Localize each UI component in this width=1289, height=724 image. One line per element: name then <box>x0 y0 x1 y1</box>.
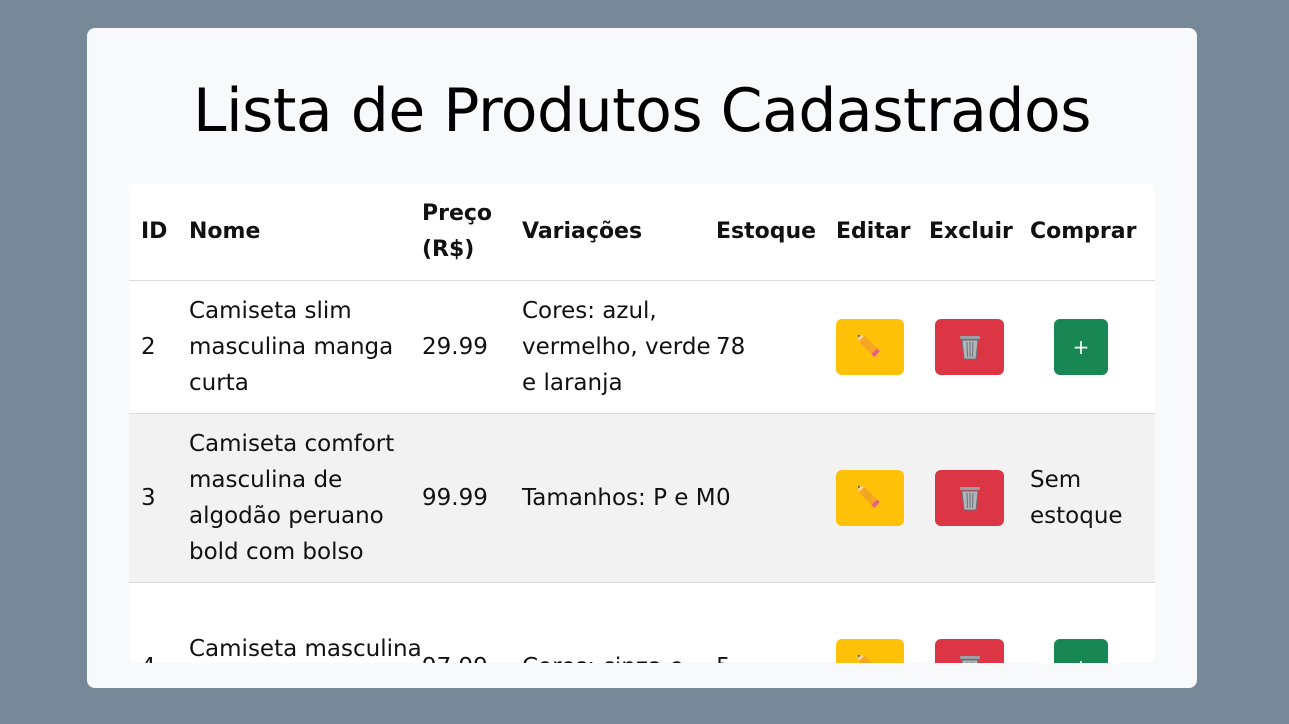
delete-button[interactable] <box>935 318 1004 375</box>
cell-estoque: 0 <box>716 484 731 511</box>
cell-excluir <box>929 582 1030 663</box>
cell-variacoes: Tamanhos: P e M <box>522 484 716 511</box>
pencil-icon <box>857 334 880 357</box>
cell-excluir <box>929 280 1030 413</box>
edit-button[interactable] <box>836 318 904 375</box>
edit-button[interactable] <box>836 638 904 663</box>
cell-excluir <box>929 413 1030 582</box>
cell-estoque: 78 <box>716 333 746 360</box>
out-of-stock-label: Sem estoque <box>1030 466 1123 529</box>
cell-id: 4 <box>129 582 189 664</box>
trash-icon <box>959 655 980 663</box>
header-id: ID <box>141 218 168 244</box>
page-title: Lista de Produtos Cadastrados <box>193 76 1091 146</box>
header-variacoes: Variações <box>522 218 643 244</box>
header-comprar: Comprar <box>1030 218 1137 244</box>
buy-button[interactable]: + <box>1054 638 1108 663</box>
header-excluir: Excluir <box>929 218 1013 244</box>
cell-comprar: + <box>1030 582 1155 663</box>
edit-button[interactable] <box>836 469 904 526</box>
header-editar: Editar <box>836 218 911 244</box>
table-row: 3 Camiseta comfort masculina de algodão … <box>129 413 1155 582</box>
cell-nome: Camiseta slim masculina manga curta <box>189 297 394 396</box>
header-nome: Nome <box>189 218 261 244</box>
cell-editar <box>836 280 929 413</box>
table-header-row: ID Nome Preço (R$) Variações Estoque Edi… <box>129 184 1155 280</box>
delete-button[interactable] <box>935 638 1004 663</box>
table-row: 4 Camiseta masculina manga 97.99 Cores: … <box>129 582 1155 663</box>
cell-comprar: Sem estoque <box>1030 413 1155 582</box>
cell-editar <box>836 582 929 663</box>
cell-variacoes: Cores: azul, vermelho, verde e laranja <box>522 297 711 396</box>
cell-preco: 97.99 <box>422 582 522 664</box>
cell-comprar: + <box>1030 280 1155 413</box>
cell-editar <box>836 413 929 582</box>
cell-id: 2 <box>141 333 156 360</box>
products-table: ID Nome Preço (R$) Variações Estoque Edi… <box>129 184 1155 663</box>
cell-estoque: 5 <box>716 582 836 664</box>
cell-variacoes: Cores: cinza e <box>522 582 716 664</box>
header-estoque: Estoque <box>716 218 817 244</box>
cell-preco: 99.99 <box>422 484 488 511</box>
cell-id: 3 <box>141 484 156 511</box>
delete-button[interactable] <box>935 469 1004 526</box>
trash-icon <box>959 486 980 510</box>
pencil-icon <box>857 654 878 663</box>
products-table-container[interactable]: ID Nome Preço (R$) Variações Estoque Edi… <box>129 184 1155 663</box>
cell-nome: Camiseta comfort masculina de algodão pe… <box>189 430 395 565</box>
header-preco: Preço (R$) <box>422 200 493 262</box>
buy-button[interactable]: + <box>1054 318 1108 375</box>
cell-preco: 29.99 <box>422 333 488 360</box>
pencil-icon <box>857 485 880 508</box>
trash-icon <box>959 335 980 359</box>
cell-nome: Camiseta masculina manga <box>189 635 422 662</box>
table-row: 2 Camiseta slim masculina manga curta 29… <box>129 280 1155 413</box>
